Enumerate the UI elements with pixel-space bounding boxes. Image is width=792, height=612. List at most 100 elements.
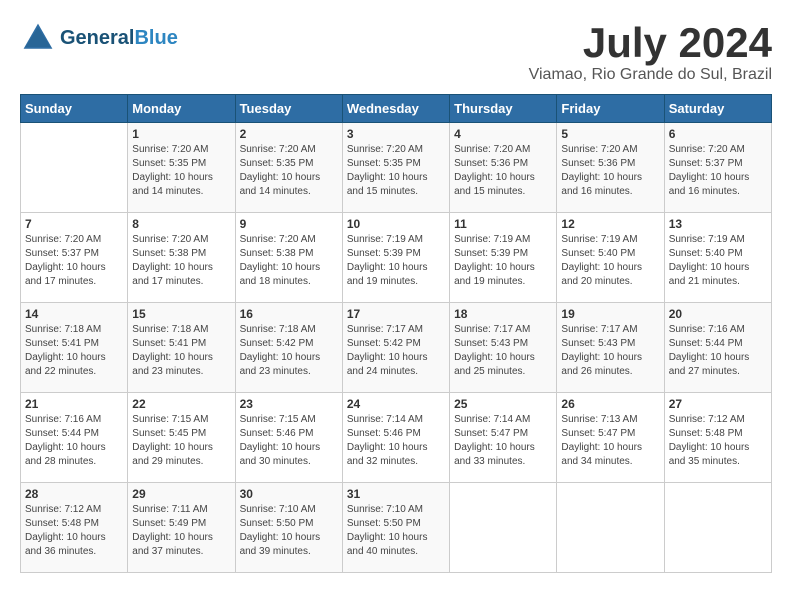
logo-text-general: General bbox=[60, 27, 134, 49]
day-number: 17 bbox=[347, 307, 445, 321]
day-number: 21 bbox=[25, 397, 123, 411]
logo-icon bbox=[20, 20, 56, 56]
calendar-cell: 24 Sunrise: 7:14 AM Sunset: 5:46 PM Dayli… bbox=[342, 393, 449, 483]
day-number: 11 bbox=[454, 217, 552, 231]
calendar-cell: 30 Sunrise: 7:10 AM Sunset: 5:50 PM Dayli… bbox=[235, 483, 342, 573]
location-subtitle: Viamao, Rio Grande do Sul, Brazil bbox=[529, 66, 772, 84]
calendar-cell: 8 Sunrise: 7:20 AM Sunset: 5:38 PM Daylig… bbox=[128, 213, 235, 303]
calendar-cell: 2 Sunrise: 7:20 AM Sunset: 5:35 PM Daylig… bbox=[235, 123, 342, 213]
day-number: 27 bbox=[669, 397, 767, 411]
calendar-week-row: 28 Sunrise: 7:12 AM Sunset: 5:48 PM Dayli… bbox=[21, 483, 772, 573]
day-info: Sunrise: 7:20 AM Sunset: 5:38 PM Dayligh… bbox=[132, 233, 230, 289]
calendar-table: SundayMondayTuesdayWednesdayThursdayFrid… bbox=[20, 94, 772, 573]
calendar-cell: 13 Sunrise: 7:19 AM Sunset: 5:40 PM Dayli… bbox=[664, 213, 771, 303]
calendar-cell: 11Sunrise: 7:19 AM Sunset: 5:39 PM Dayli… bbox=[450, 213, 557, 303]
day-number: 3 bbox=[347, 127, 445, 141]
calendar-cell: 9Sunrise: 7:20 AM Sunset: 5:38 PM Daylig… bbox=[235, 213, 342, 303]
day-info: Sunrise: 7:20 AM Sunset: 5:35 PM Dayligh… bbox=[132, 143, 230, 199]
calendar-cell: 1 Sunrise: 7:20 AM Sunset: 5:35 PM Daylig… bbox=[128, 123, 235, 213]
calendar-cell: 25 Sunrise: 7:14 AM Sunset: 5:47 PM Dayli… bbox=[450, 393, 557, 483]
day-info: Sunrise: 7:19 AM Sunset: 5:40 PM Dayligh… bbox=[669, 233, 767, 289]
weekday-header-monday: Monday bbox=[128, 95, 235, 123]
calendar-cell: 26 Sunrise: 7:13 AM Sunset: 5:47 PM Dayli… bbox=[557, 393, 664, 483]
calendar-cell bbox=[557, 483, 664, 573]
day-number: 13 bbox=[669, 217, 767, 231]
day-info: Sunrise: 7:11 AM Sunset: 5:49 PM Dayligh… bbox=[132, 503, 230, 559]
day-info: Sunrise: 7:17 AM Sunset: 5:42 PM Dayligh… bbox=[347, 323, 445, 379]
day-info: Sunrise: 7:15 AM Sunset: 5:45 PM Dayligh… bbox=[132, 413, 230, 469]
calendar-cell bbox=[664, 483, 771, 573]
day-info: Sunrise: 7:19 AM Sunset: 5:39 PM Dayligh… bbox=[347, 233, 445, 289]
weekday-header-wednesday: Wednesday bbox=[342, 95, 449, 123]
weekday-header-saturday: Saturday bbox=[664, 95, 771, 123]
day-number: 15 bbox=[132, 307, 230, 321]
day-number: 18 bbox=[454, 307, 552, 321]
page-header: GeneralBlue July 2024 Viamao, Rio Grande… bbox=[20, 20, 772, 84]
calendar-cell: 10 Sunrise: 7:19 AM Sunset: 5:39 PM Dayli… bbox=[342, 213, 449, 303]
day-info: Sunrise: 7:14 AM Sunset: 5:47 PM Dayligh… bbox=[454, 413, 552, 469]
day-info: Sunrise: 7:13 AM Sunset: 5:47 PM Dayligh… bbox=[561, 413, 659, 469]
calendar-cell: 15 Sunrise: 7:18 AM Sunset: 5:41 PM Dayli… bbox=[128, 303, 235, 393]
day-info: Sunrise: 7:10 AM Sunset: 5:50 PM Dayligh… bbox=[347, 503, 445, 559]
day-number: 8 bbox=[132, 217, 230, 231]
day-info: Sunrise: 7:10 AM Sunset: 5:50 PM Dayligh… bbox=[240, 503, 338, 559]
calendar-cell: 22 Sunrise: 7:15 AM Sunset: 5:45 PM Dayli… bbox=[128, 393, 235, 483]
day-info: Sunrise: 7:18 AM Sunset: 5:41 PM Dayligh… bbox=[25, 323, 123, 379]
calendar-cell: 18 Sunrise: 7:17 AM Sunset: 5:43 PM Dayli… bbox=[450, 303, 557, 393]
day-number: 31 bbox=[347, 487, 445, 501]
calendar-cell: 17 Sunrise: 7:17 AM Sunset: 5:42 PM Dayli… bbox=[342, 303, 449, 393]
logo: GeneralBlue bbox=[20, 20, 178, 56]
day-info: Sunrise: 7:20 AM Sunset: 5:35 PM Dayligh… bbox=[240, 143, 338, 199]
calendar-cell bbox=[21, 123, 128, 213]
calendar-cell: 23Sunrise: 7:15 AM Sunset: 5:46 PM Dayli… bbox=[235, 393, 342, 483]
day-number: 1 bbox=[132, 127, 230, 141]
logo-text-blue: Blue bbox=[134, 27, 177, 49]
day-info: Sunrise: 7:19 AM Sunset: 5:40 PM Dayligh… bbox=[561, 233, 659, 289]
calendar-cell: 29 Sunrise: 7:11 AM Sunset: 5:49 PM Dayli… bbox=[128, 483, 235, 573]
calendar-cell: 16 Sunrise: 7:18 AM Sunset: 5:42 PM Dayli… bbox=[235, 303, 342, 393]
day-number: 16 bbox=[240, 307, 338, 321]
calendar-cell: 21Sunrise: 7:16 AM Sunset: 5:44 PM Dayli… bbox=[21, 393, 128, 483]
day-number: 12 bbox=[561, 217, 659, 231]
day-info: Sunrise: 7:20 AM Sunset: 5:36 PM Dayligh… bbox=[454, 143, 552, 199]
day-number: 30 bbox=[240, 487, 338, 501]
day-info: Sunrise: 7:20 AM Sunset: 5:37 PM Dayligh… bbox=[25, 233, 123, 289]
day-number: 4 bbox=[454, 127, 552, 141]
weekday-header-friday: Friday bbox=[557, 95, 664, 123]
day-number: 2 bbox=[240, 127, 338, 141]
day-number: 10 bbox=[347, 217, 445, 231]
calendar-cell: 31 Sunrise: 7:10 AM Sunset: 5:50 PM Dayli… bbox=[342, 483, 449, 573]
day-number: 29 bbox=[132, 487, 230, 501]
day-info: Sunrise: 7:18 AM Sunset: 5:42 PM Dayligh… bbox=[240, 323, 338, 379]
calendar-cell: 4 Sunrise: 7:20 AM Sunset: 5:36 PM Daylig… bbox=[450, 123, 557, 213]
day-info: Sunrise: 7:18 AM Sunset: 5:41 PM Dayligh… bbox=[132, 323, 230, 379]
day-number: 26 bbox=[561, 397, 659, 411]
day-number: 5 bbox=[561, 127, 659, 141]
day-info: Sunrise: 7:17 AM Sunset: 5:43 PM Dayligh… bbox=[561, 323, 659, 379]
weekday-header-tuesday: Tuesday bbox=[235, 95, 342, 123]
day-info: Sunrise: 7:20 AM Sunset: 5:36 PM Dayligh… bbox=[561, 143, 659, 199]
weekday-header-sunday: Sunday bbox=[21, 95, 128, 123]
calendar-week-row: 7Sunrise: 7:20 AM Sunset: 5:37 PM Daylig… bbox=[21, 213, 772, 303]
calendar-cell: 20Sunrise: 7:16 AM Sunset: 5:44 PM Dayli… bbox=[664, 303, 771, 393]
calendar-cell: 6Sunrise: 7:20 AM Sunset: 5:37 PM Daylig… bbox=[664, 123, 771, 213]
day-number: 25 bbox=[454, 397, 552, 411]
calendar-week-row: 21Sunrise: 7:16 AM Sunset: 5:44 PM Dayli… bbox=[21, 393, 772, 483]
month-year-title: July 2024 bbox=[529, 20, 772, 66]
day-number: 22 bbox=[132, 397, 230, 411]
day-info: Sunrise: 7:17 AM Sunset: 5:43 PM Dayligh… bbox=[454, 323, 552, 379]
calendar-cell: 19Sunrise: 7:17 AM Sunset: 5:43 PM Dayli… bbox=[557, 303, 664, 393]
day-number: 14 bbox=[25, 307, 123, 321]
calendar-cell bbox=[450, 483, 557, 573]
day-info: Sunrise: 7:20 AM Sunset: 5:35 PM Dayligh… bbox=[347, 143, 445, 199]
day-number: 28 bbox=[25, 487, 123, 501]
title-block: July 2024 Viamao, Rio Grande do Sul, Bra… bbox=[529, 20, 772, 84]
day-info: Sunrise: 7:14 AM Sunset: 5:46 PM Dayligh… bbox=[347, 413, 445, 469]
day-info: Sunrise: 7:12 AM Sunset: 5:48 PM Dayligh… bbox=[25, 503, 123, 559]
day-number: 23 bbox=[240, 397, 338, 411]
calendar-cell: 14 Sunrise: 7:18 AM Sunset: 5:41 PM Dayli… bbox=[21, 303, 128, 393]
day-number: 20 bbox=[669, 307, 767, 321]
calendar-week-row: 1 Sunrise: 7:20 AM Sunset: 5:35 PM Daylig… bbox=[21, 123, 772, 213]
calendar-week-row: 14 Sunrise: 7:18 AM Sunset: 5:41 PM Dayli… bbox=[21, 303, 772, 393]
day-number: 24 bbox=[347, 397, 445, 411]
